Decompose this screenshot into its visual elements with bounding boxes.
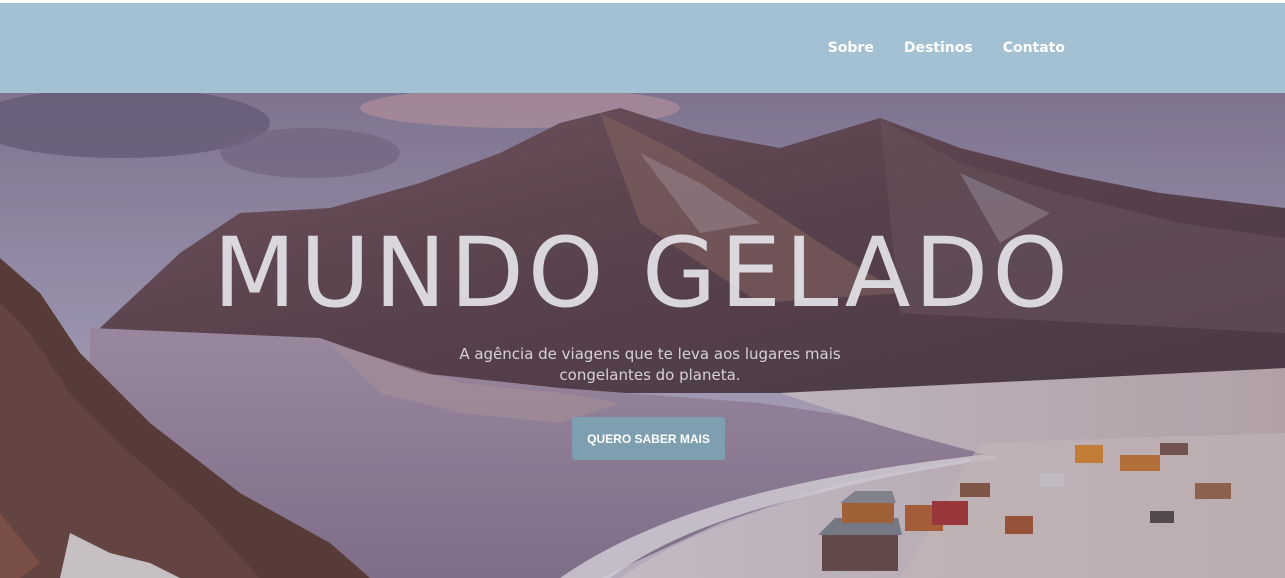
hero-title: MUNDO GELADO bbox=[213, 217, 1072, 329]
navbar: Sobre Destinos Contato bbox=[0, 3, 1285, 93]
nav-link-destinos[interactable]: Destinos bbox=[904, 40, 973, 56]
hero-section: MUNDO GELADO A agência de viagens que te… bbox=[0, 93, 1285, 578]
nav-menu: Sobre Destinos Contato bbox=[828, 3, 1065, 93]
nav-link-contato[interactable]: Contato bbox=[1003, 40, 1065, 56]
cta-button[interactable]: QUERO SABER MAIS bbox=[572, 417, 725, 460]
hero-background-image bbox=[0, 93, 1285, 578]
hero-subtitle: A agência de viagens que te leva aos lug… bbox=[459, 345, 841, 384]
nav-link-sobre[interactable]: Sobre bbox=[828, 40, 874, 56]
